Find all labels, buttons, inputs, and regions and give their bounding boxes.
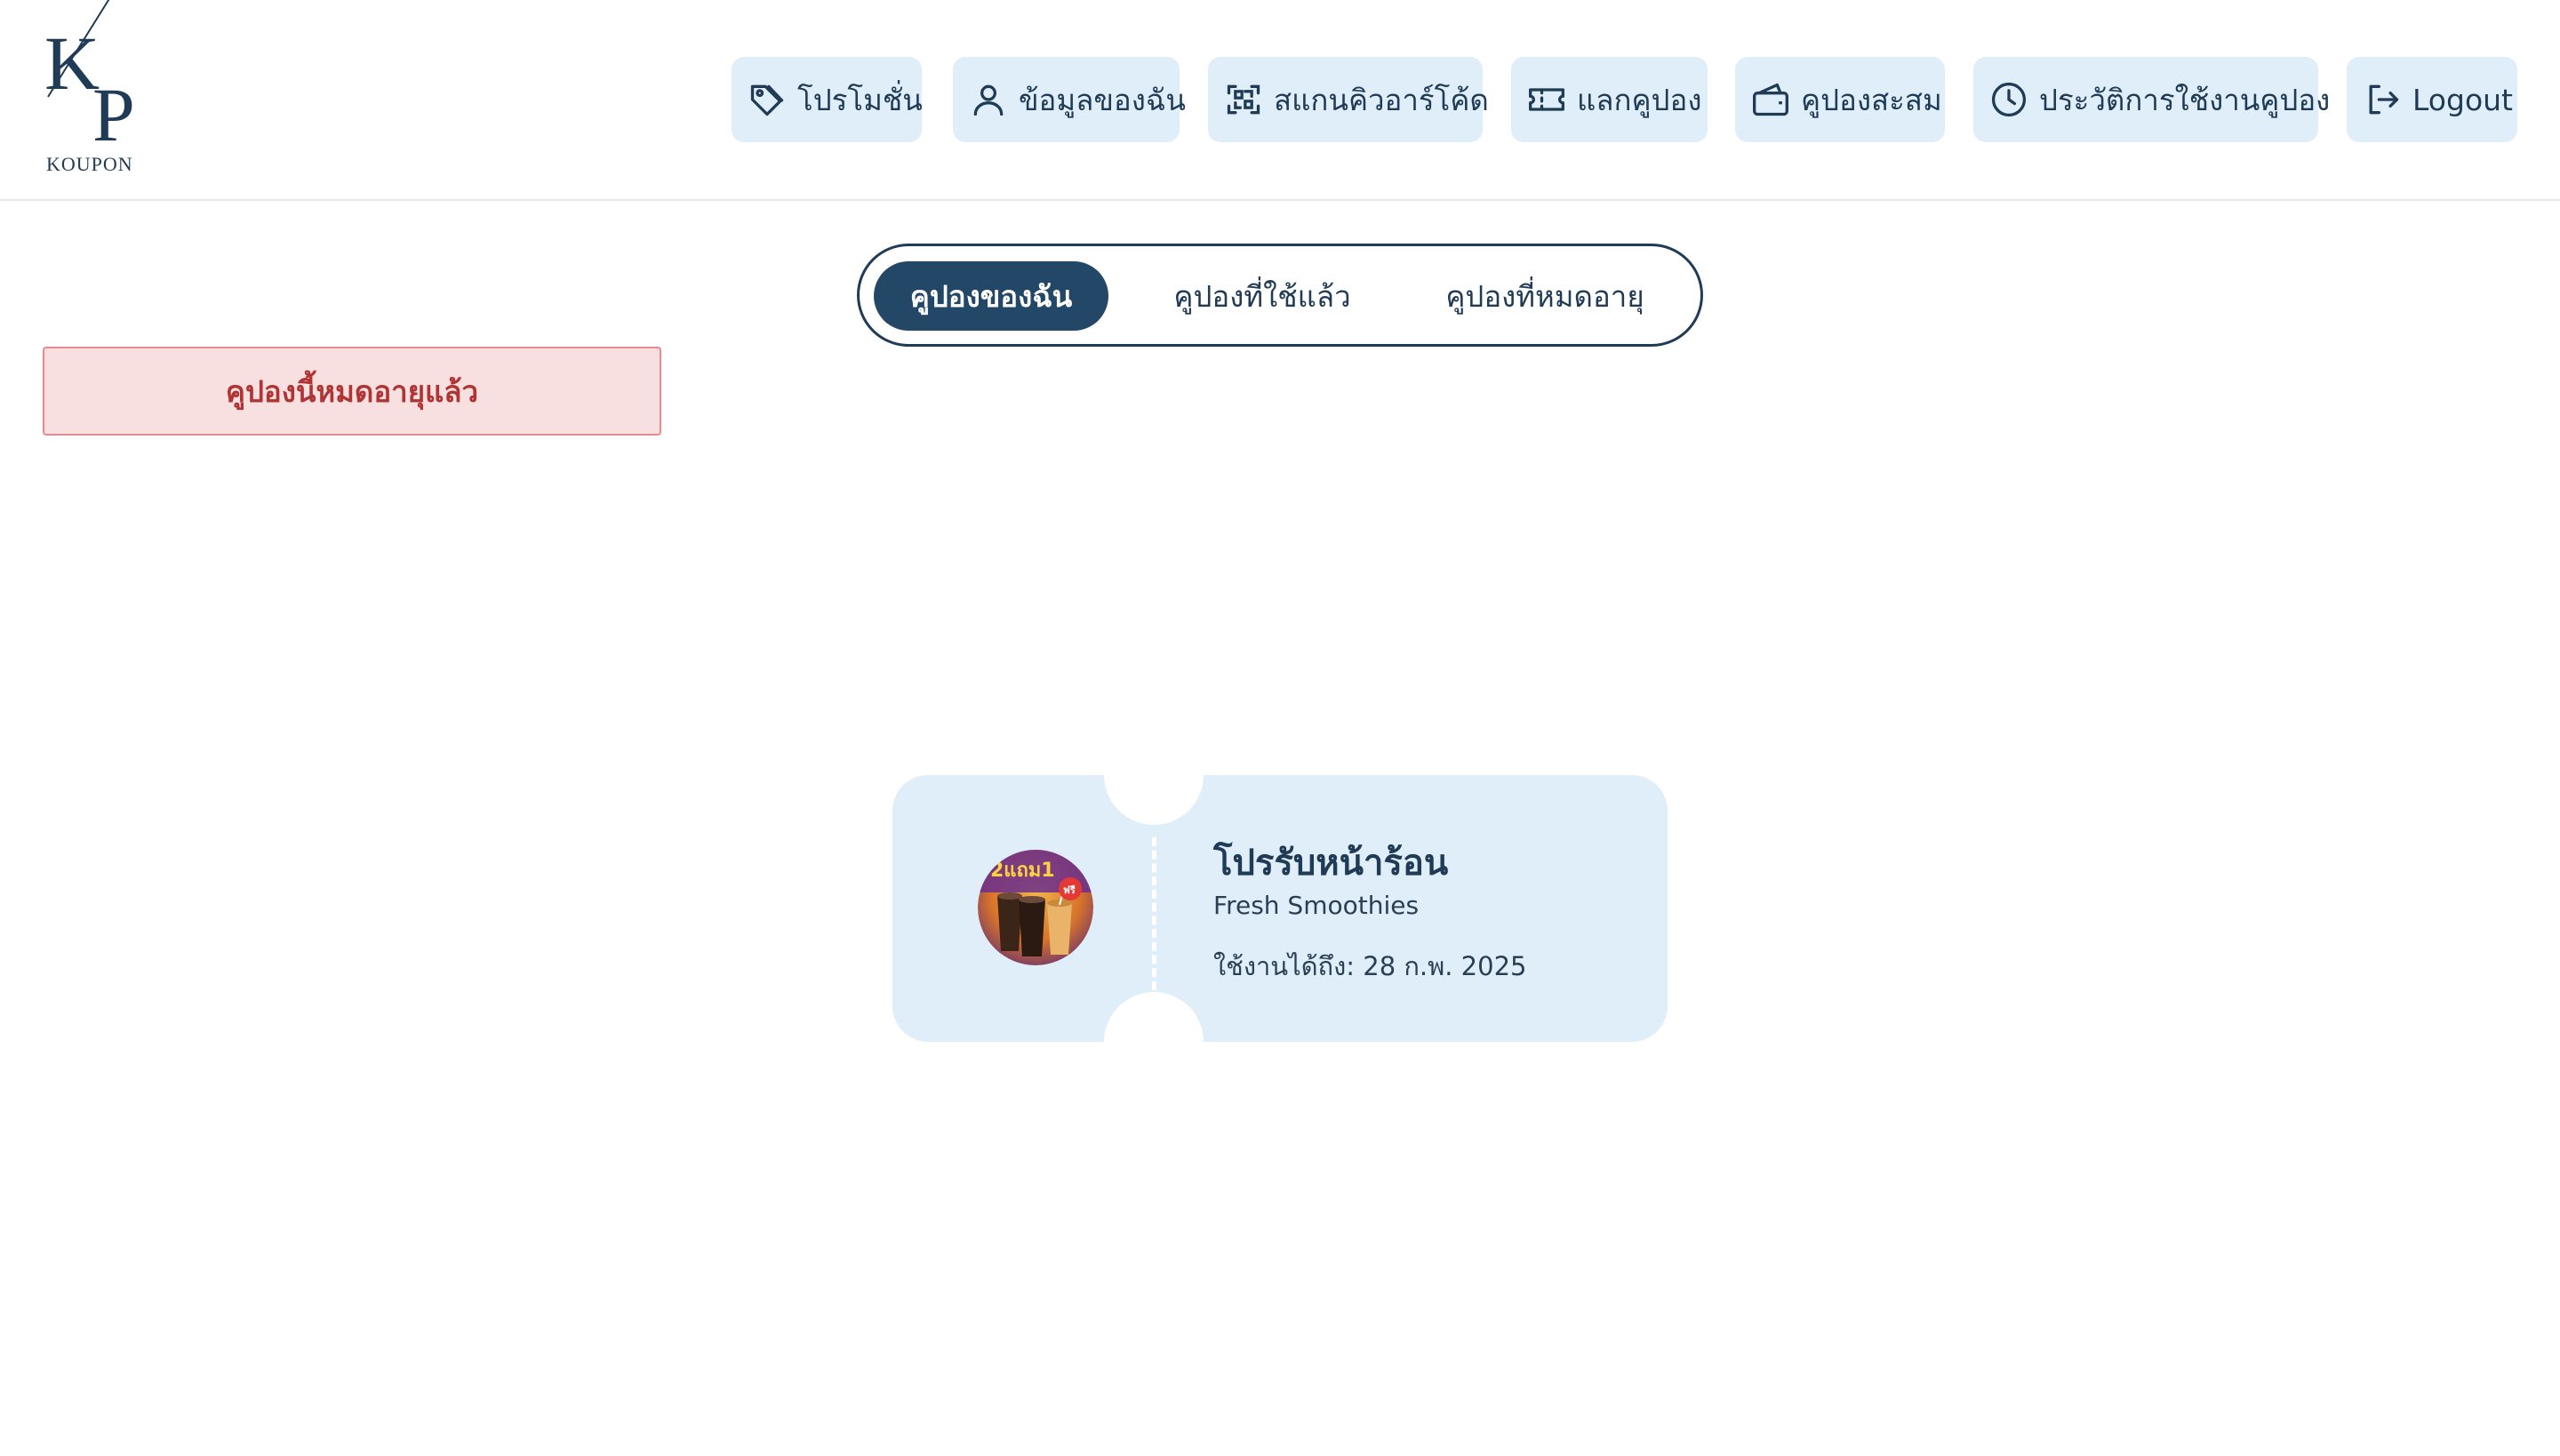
nav-scan-qr-button[interactable]: สแกนคิวอาร์โค้ด — [1208, 57, 1489, 142]
coupon-expiry: ใช้งานได้ถึง: 28 ก.พ. 2025 — [1213, 951, 1527, 981]
qr-scan-icon — [1227, 84, 1260, 115]
coupon-tabs: คูปองของฉัน คูปองที่ใช้แล้ว คูปองที่หมดอ… — [857, 244, 1703, 347]
nav-profile-button[interactable]: ข้อมูลของฉัน — [953, 57, 1186, 142]
coupon-card[interactable]: 2แถม1 ฟรี โปรรับหน้าร้อน Fresh Smoothies… — [892, 775, 1668, 1042]
coupon-notch-top — [1104, 775, 1204, 825]
coupon-notch-bottom — [1104, 992, 1204, 1042]
expired-alert: คูปองนี้หมดอายุแล้ว — [43, 347, 661, 436]
logout-icon — [2369, 84, 2399, 115]
user-icon — [973, 84, 1004, 116]
nav-coupon-history-button[interactable]: ประวัติการใช้งานคูปอง — [1973, 57, 2330, 142]
top-header: K P KOUPON โปรโมชั่น ข้อมูลของฉัน สแกนคิ… — [0, 0, 2560, 201]
clock-icon — [1991, 82, 2027, 117]
logout-button[interactable]: Logout — [2347, 57, 2517, 142]
tag-icon — [750, 84, 784, 116]
nav-collected-coupons-button[interactable]: คูปองสะสม — [1735, 57, 1945, 142]
logo-wordmark: KOUPON — [46, 153, 133, 175]
nav-profile-label: ข้อมูลของฉัน — [1019, 82, 1186, 117]
tab-my-coupons[interactable]: คูปองของฉัน — [874, 261, 1108, 331]
nav-promotions-label: โปรโมชั่น — [797, 82, 923, 117]
tab-expired-coupons[interactable]: คูปองที่หมดอายุ — [1409, 261, 1681, 331]
tab-used-coupons[interactable]: คูปองที่ใช้แล้ว — [1126, 261, 1398, 331]
coupon-divider — [1152, 837, 1156, 990]
promo-badge-text: 2แถม1 — [990, 860, 1055, 882]
nav-promotions-button[interactable]: โปรโมชั่น — [732, 57, 923, 142]
nav-coupon-history-label: ประวัติการใช้งานคูปอง — [2039, 82, 2331, 117]
drinks-promo-image: 2แถม1 ฟรี — [978, 850, 1093, 965]
ticket-icon — [1529, 88, 1564, 111]
coupon-title: โปรรับหน้าร้อน — [1213, 843, 1449, 884]
nav-redeem-coupon-button[interactable]: แลกคูปอง — [1511, 57, 1708, 142]
coupon-store: Fresh Smoothies — [1213, 891, 1420, 920]
logout-label: Logout — [2412, 82, 2513, 117]
nav-collected-coupons-label: คูปองสะสม — [1801, 82, 1942, 117]
main-nav: โปรโมชั่น ข้อมูลของฉัน สแกนคิวอาร์โค้ด แ… — [0, 57, 2560, 142]
nav-scan-qr-label: สแกนคิวอาร์โค้ด — [1274, 82, 1489, 117]
nav-redeem-coupon-label: แลกคูปอง — [1577, 82, 1702, 117]
promo-free-text: ฟรี — [1063, 884, 1076, 896]
coupon-image: 2แถม1 ฟรี — [978, 850, 1093, 965]
wallet-icon — [1753, 83, 1788, 116]
